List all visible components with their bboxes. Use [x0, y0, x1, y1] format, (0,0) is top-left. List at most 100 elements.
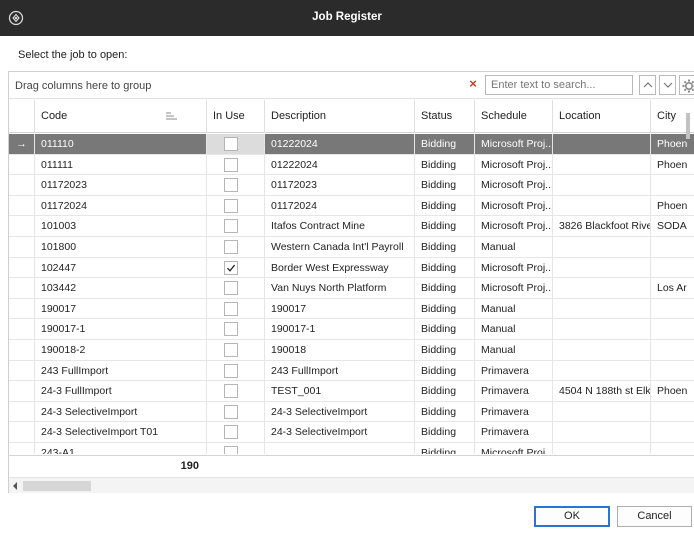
status-cell[interactable]: Bidding [414, 154, 474, 175]
description-cell[interactable]: 243 FullImport [264, 360, 414, 381]
description-cell[interactable] [264, 443, 414, 454]
location-cell[interactable] [552, 175, 650, 196]
in-use-checkbox[interactable] [224, 301, 238, 316]
sort-icon[interactable] [166, 112, 177, 120]
schedule-cell[interactable]: Manual [474, 237, 552, 257]
description-cell[interactable]: 190017-1 [264, 319, 414, 340]
status-cell[interactable]: Bidding [414, 237, 474, 257]
table-row[interactable]: 103442 Van Nuys North Platform Bidding Micr… [9, 278, 694, 299]
column-header-description[interactable]: Description [264, 100, 414, 133]
schedule-cell[interactable]: Microsoft Proj... [474, 195, 552, 216]
in-use-cell[interactable] [206, 381, 264, 402]
schedule-cell[interactable]: Microsoft Proj... [474, 216, 552, 237]
in-use-checkbox[interactable] [224, 198, 238, 213]
ok-button[interactable]: OK [534, 506, 610, 527]
column-header-status[interactable]: Status [414, 100, 474, 133]
in-use-cell[interactable] [206, 319, 264, 340]
status-cell[interactable]: Bidding [414, 422, 474, 443]
in-use-cell[interactable] [206, 257, 264, 278]
city-cell[interactable] [650, 175, 694, 196]
in-use-cell[interactable] [206, 175, 264, 196]
description-cell[interactable]: 01222024 [264, 154, 414, 175]
in-use-cell[interactable] [206, 298, 264, 319]
schedule-cell[interactable]: Primavera [474, 381, 552, 402]
status-cell[interactable]: Bidding [414, 360, 474, 381]
code-cell[interactable]: 24-3 FullImport [34, 381, 206, 402]
code-cell[interactable]: 01172024 [34, 195, 206, 216]
schedule-cell[interactable]: Microsoft Proj... [474, 175, 552, 196]
in-use-checkbox[interactable] [224, 157, 238, 172]
location-cell[interactable] [552, 443, 650, 454]
status-cell[interactable]: Bidding [414, 298, 474, 319]
code-cell[interactable]: 190017 [34, 298, 206, 319]
in-use-cell[interactable] [206, 422, 264, 443]
find-next-button[interactable] [659, 75, 676, 95]
code-cell[interactable]: 24-3 SelectiveImport T01 [34, 422, 206, 443]
schedule-cell[interactable]: Primavera [474, 401, 552, 422]
description-cell[interactable]: 24-3 SelectiveImport [264, 401, 414, 422]
location-cell[interactable] [552, 298, 650, 319]
search-input[interactable] [485, 75, 633, 95]
code-cell[interactable]: 103442 [34, 278, 206, 299]
table-row[interactable]: 243-A1 Bidding Microsoft Proj... [9, 443, 694, 454]
location-cell[interactable] [552, 134, 650, 154]
description-cell[interactable]: 190018 [264, 340, 414, 360]
city-cell[interactable]: Los Ar [650, 278, 694, 299]
code-cell[interactable]: 190017-1 [34, 319, 206, 340]
in-use-checkbox[interactable] [224, 446, 238, 454]
table-row[interactable]: 24-3 SelectiveImport T01 24-3 SelectiveIm… [9, 422, 694, 443]
table-row[interactable]: 190017 190017 Bidding Manual [9, 298, 694, 320]
location-cell[interactable] [552, 257, 650, 278]
code-cell[interactable]: 101800 [34, 237, 206, 257]
table-row[interactable]: 24-3 SelectiveImport 24-3 SelectiveImport… [9, 401, 694, 423]
status-cell[interactable]: Bidding [414, 175, 474, 196]
in-use-checkbox[interactable] [224, 219, 238, 234]
location-cell[interactable] [552, 195, 650, 216]
city-cell[interactable] [650, 298, 694, 319]
description-cell[interactable]: 01172023 [264, 175, 414, 196]
description-cell[interactable]: 01222024 [264, 134, 414, 154]
cancel-button[interactable]: Cancel [617, 506, 692, 527]
schedule-cell[interactable]: Microsoft Proj... [474, 154, 552, 175]
column-header-schedule[interactable]: Schedule [474, 100, 552, 133]
location-cell[interactable] [552, 237, 650, 257]
column-header-code[interactable]: Code [34, 100, 206, 133]
schedule-cell[interactable]: Manual [474, 340, 552, 360]
in-use-cell[interactable] [206, 340, 264, 360]
code-cell[interactable]: 011111 [34, 154, 206, 175]
in-use-cell[interactable] [206, 443, 264, 454]
in-use-checkbox[interactable] [224, 281, 238, 296]
in-use-cell[interactable] [206, 134, 264, 154]
status-cell[interactable]: Bidding [414, 340, 474, 360]
city-cell[interactable] [650, 257, 694, 278]
location-cell[interactable] [552, 319, 650, 340]
city-cell[interactable]: Phoen [650, 195, 694, 216]
schedule-cell[interactable]: Microsoft Proj... [474, 134, 552, 154]
status-cell[interactable]: Bidding [414, 257, 474, 278]
description-cell[interactable]: 01172024 [264, 195, 414, 216]
code-cell[interactable]: 011110 [34, 134, 206, 154]
find-previous-button[interactable] [639, 75, 656, 95]
status-cell[interactable]: Bidding [414, 443, 474, 454]
clear-filter-icon[interactable]: × [467, 77, 479, 90]
status-cell[interactable]: Bidding [414, 319, 474, 340]
location-cell[interactable] [552, 278, 650, 299]
status-cell[interactable]: Bidding [414, 278, 474, 299]
scroll-left-arrow-icon[interactable] [12, 482, 18, 490]
location-cell[interactable] [552, 340, 650, 360]
schedule-cell[interactable]: Manual [474, 319, 552, 340]
in-use-cell[interactable] [206, 278, 264, 299]
table-row[interactable]: 243 FullImport 243 FullImport Bidding Prima… [9, 360, 694, 382]
schedule-cell[interactable]: Manual [474, 298, 552, 319]
city-cell[interactable] [650, 422, 694, 443]
in-use-checkbox[interactable] [224, 404, 238, 419]
schedule-cell[interactable]: Primavera [474, 360, 552, 381]
code-cell[interactable]: 102447 [34, 257, 206, 278]
location-cell[interactable] [552, 401, 650, 422]
table-row[interactable]: 24-3 FullImport TEST_001 Bidding Primavera 4… [9, 381, 694, 402]
horizontal-scrollbar-thumb[interactable] [23, 481, 91, 491]
description-cell[interactable]: Western Canada Int'l Payroll [264, 237, 414, 257]
table-row[interactable]: 011111 01222024 Bidding Microsoft Proj... Ph… [9, 154, 694, 176]
location-cell[interactable]: 4504 N 188th st Elk... [552, 381, 650, 402]
column-header-location[interactable]: Location [552, 100, 650, 133]
